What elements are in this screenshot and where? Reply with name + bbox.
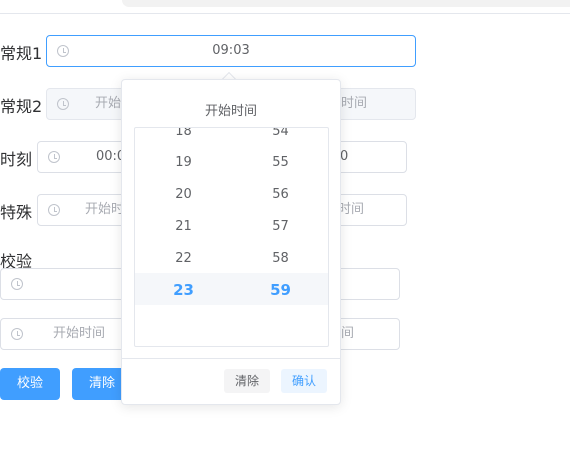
picker-clear-button[interactable]: 清除 [224, 369, 270, 393]
label-moment: 时刻 [0, 150, 33, 169]
hour-option[interactable]: 18 [135, 128, 232, 148]
time-spinner[interactable]: 18 19 20 21 22 23 54 55 56 57 58 59 [134, 127, 329, 347]
minute-option[interactable]: 56 [232, 179, 328, 211]
start-time-placeholder[interactable]: 开始 [95, 89, 121, 119]
label-special: 特殊 [0, 203, 33, 222]
minute-option[interactable]: 57 [232, 211, 328, 243]
start-time-value[interactable]: 09:03 [47, 36, 415, 66]
label-regular-1: 常规1 [0, 44, 43, 63]
top-bar [0, 0, 570, 14]
clock-icon [57, 98, 69, 110]
label-regular-2: 常规2 [0, 97, 43, 116]
start-time-placeholder[interactable]: 开始时间 [53, 319, 105, 349]
minute-option[interactable]: 55 [232, 147, 328, 179]
horizontal-scrollbar[interactable] [122, 0, 570, 7]
end-time-value[interactable]: 0 [340, 142, 348, 172]
validate-button[interactable]: 校验 [0, 368, 60, 400]
picker-footer: 清除 确认 [122, 358, 340, 404]
picker-title: 开始时间 [204, 104, 257, 119]
picker-confirm-button[interactable]: 确认 [281, 369, 327, 393]
time-picker-popup: 开始时间 18 19 20 21 22 23 54 55 56 57 58 59… [121, 79, 341, 405]
end-time-placeholder[interactable]: 间 [341, 319, 354, 349]
end-time-placeholder[interactable]: 时间 [341, 89, 367, 119]
end-time-placeholder[interactable]: 时间 [338, 195, 364, 225]
time-picker-regular-1[interactable]: 09:03 [46, 35, 416, 67]
hour-option-selected[interactable]: 23 [135, 274, 232, 306]
clock-icon [11, 328, 23, 340]
clock-icon [48, 151, 60, 163]
hour-option[interactable]: 21 [135, 211, 232, 243]
minute-option[interactable]: 54 [232, 128, 328, 148]
minute-option[interactable]: 58 [232, 243, 328, 275]
clock-icon [48, 204, 60, 216]
hour-option[interactable]: 22 [135, 243, 232, 275]
minute-option-selected[interactable]: 59 [232, 274, 328, 306]
hour-option[interactable]: 19 [135, 147, 232, 179]
hour-option[interactable]: 20 [135, 179, 232, 211]
clock-icon [11, 278, 23, 290]
start-time-placeholder[interactable]: 开始时 [85, 195, 124, 225]
